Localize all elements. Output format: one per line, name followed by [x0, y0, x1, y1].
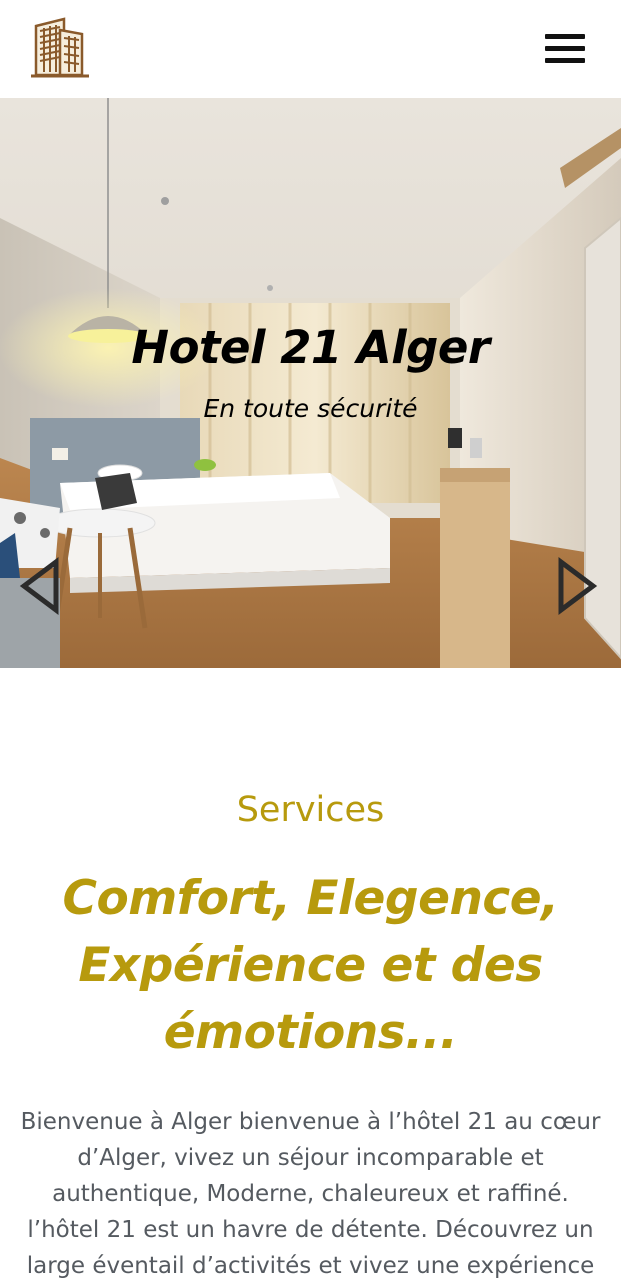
hotel-logo-icon[interactable]	[30, 16, 90, 78]
services-tagline: Comfort, Elegence, Expérience et des émo…	[62, 871, 559, 1060]
hotel-room-image	[0, 98, 621, 668]
chevron-right-icon[interactable]	[553, 556, 601, 616]
hero-carousel: Hotel 21 Alger En toute sécurité	[0, 98, 621, 668]
hamburger-menu-icon[interactable]	[543, 33, 587, 65]
site-header	[0, 0, 621, 98]
services-heading: Services	[236, 790, 385, 830]
hero-title: Hotel 21 Alger	[131, 321, 490, 374]
hero-subtitle: En toute sécurité	[203, 394, 418, 423]
chevron-left-icon[interactable]	[16, 556, 64, 616]
welcome-paragraph: Bienvenue à Alger bienvenue à l’hôtel 21…	[20, 1109, 601, 1279]
